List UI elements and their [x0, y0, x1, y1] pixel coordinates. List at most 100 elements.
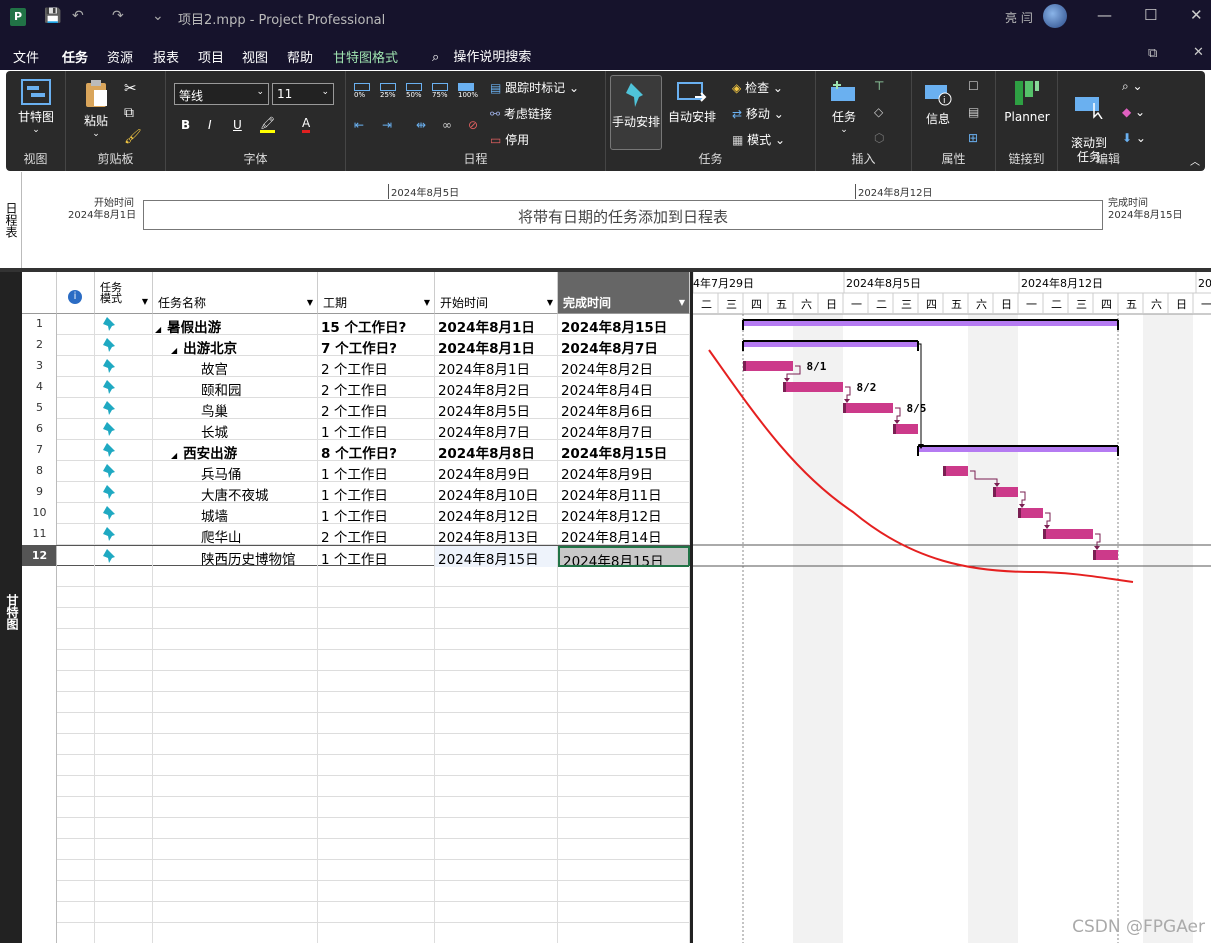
- finish-cell[interactable]: [558, 629, 690, 650]
- task-name-cell[interactable]: 大唐不夜城: [153, 482, 318, 503]
- tab-report[interactable]: 报表: [153, 47, 179, 66]
- indicator-cell[interactable]: [57, 546, 95, 567]
- italic-button[interactable]: I: [208, 118, 212, 132]
- task-name-cell[interactable]: [153, 776, 318, 797]
- fill-icon[interactable]: ⬇ ⌄: [1122, 131, 1146, 145]
- mode-cell[interactable]: [95, 566, 153, 587]
- finish-cell[interactable]: [558, 860, 690, 881]
- finish-cell[interactable]: 2024年8月6日: [558, 398, 690, 419]
- row-number-cell[interactable]: [22, 923, 57, 943]
- indicator-cell[interactable]: [57, 797, 95, 818]
- timeline-bar[interactable]: 将带有日期的任务添加到日程表: [143, 200, 1103, 230]
- add-to-timeline-icon[interactable]: ⊞: [968, 131, 978, 145]
- row-number-cell[interactable]: [22, 587, 57, 608]
- row-number-cell[interactable]: [22, 776, 57, 797]
- mode-button[interactable]: ▦ 模式 ⌄: [732, 131, 785, 148]
- finish-cell[interactable]: [558, 776, 690, 797]
- task-name-cell[interactable]: ◢ 出游北京: [153, 335, 318, 356]
- redo-icon[interactable]: ↷: [112, 8, 124, 24]
- duration-cell[interactable]: 8 个工作日?: [318, 440, 435, 461]
- indicator-cell[interactable]: [57, 377, 95, 398]
- start-cell[interactable]: [435, 902, 558, 923]
- finish-cell[interactable]: [558, 566, 690, 587]
- row-number-cell[interactable]: 7: [22, 440, 57, 461]
- row-number-cell[interactable]: [22, 755, 57, 776]
- mode-cell[interactable]: [95, 923, 153, 943]
- indicator-cell[interactable]: [57, 734, 95, 755]
- user-name[interactable]: 亮 闫: [1005, 9, 1033, 26]
- duration-cell[interactable]: [318, 671, 435, 692]
- finish-cell[interactable]: 2024年8月12日: [558, 503, 690, 524]
- duration-cell[interactable]: 2 个工作日: [318, 524, 435, 545]
- start-cell[interactable]: [435, 692, 558, 713]
- task-name-cell[interactable]: 兵马俑: [153, 461, 318, 482]
- customize-qat-icon[interactable]: ⌄: [152, 8, 164, 24]
- row-number-cell[interactable]: [22, 797, 57, 818]
- mode-cell[interactable]: [95, 377, 153, 398]
- mode-cell[interactable]: [95, 671, 153, 692]
- table-row[interactable]: 5 鸟巢 2 个工作日 2024年8月5日 2024年8月6日: [22, 398, 690, 419]
- task-name-cell[interactable]: [153, 587, 318, 608]
- table-row[interactable]: [22, 713, 690, 734]
- start-cell[interactable]: 2024年8月9日: [435, 461, 558, 482]
- duration-cell[interactable]: [318, 629, 435, 650]
- duration-cell[interactable]: [318, 755, 435, 776]
- duration-cell[interactable]: [318, 881, 435, 902]
- row-number-cell[interactable]: [22, 839, 57, 860]
- task-name-cell[interactable]: [153, 839, 318, 860]
- duration-cell[interactable]: 2 个工作日: [318, 356, 435, 377]
- start-cell[interactable]: [435, 734, 558, 755]
- duration-cell[interactable]: 1 个工作日: [318, 482, 435, 503]
- table-row[interactable]: 12 陕西历史博物馆 1 个工作日 2024年8月15日 2024年8月15日: [22, 545, 690, 567]
- milestone-icon[interactable]: ◇: [874, 105, 883, 119]
- duration-cell[interactable]: [318, 776, 435, 797]
- task-name-cell[interactable]: 故宫: [153, 356, 318, 377]
- table-row[interactable]: 11 爬华山 2 个工作日 2024年8月13日 2024年8月14日: [22, 524, 690, 545]
- finish-cell[interactable]: [558, 818, 690, 839]
- table-row[interactable]: 3 故宫 2 个工作日 2024年8月1日 2024年8月2日: [22, 356, 690, 377]
- duration-cell[interactable]: [318, 713, 435, 734]
- pct-25-button[interactable]: 25%: [380, 83, 396, 99]
- mode-cell[interactable]: [95, 314, 153, 335]
- start-cell[interactable]: [435, 860, 558, 881]
- task-name-cell[interactable]: ◢ 西安出游: [153, 440, 318, 461]
- table-row[interactable]: [22, 881, 690, 902]
- row-number-cell[interactable]: 1: [22, 314, 57, 335]
- info-button[interactable]: i 信息: [918, 81, 958, 127]
- save-icon[interactable]: 💾: [44, 8, 61, 24]
- start-cell[interactable]: 2024年8月13日: [435, 524, 558, 545]
- row-number-cell[interactable]: [22, 713, 57, 734]
- start-cell[interactable]: 2024年8月15日: [435, 546, 558, 567]
- mode-cell[interactable]: [95, 461, 153, 482]
- indicator-cell[interactable]: [57, 356, 95, 377]
- duration-cell[interactable]: 15 个工作日?: [318, 314, 435, 335]
- start-cell[interactable]: 2024年8月1日: [435, 335, 558, 356]
- table-row[interactable]: 7 ◢ 西安出游 8 个工作日? 2024年8月8日 2024年8月15日: [22, 440, 690, 461]
- table-row[interactable]: [22, 776, 690, 797]
- task-name-cell[interactable]: [153, 755, 318, 776]
- deliverable-icon[interactable]: ⬡: [874, 131, 884, 145]
- indicator-cell[interactable]: [57, 335, 95, 356]
- row-number-cell[interactable]: 9: [22, 482, 57, 503]
- table-row[interactable]: [22, 797, 690, 818]
- row-number-cell[interactable]: 10: [22, 503, 57, 524]
- underline-button[interactable]: U: [233, 118, 242, 132]
- tab-gantt-format[interactable]: 甘特图格式: [333, 47, 398, 66]
- insert-task-button[interactable]: 任务 ⌄: [824, 79, 864, 135]
- row-number-cell[interactable]: 3: [22, 356, 57, 377]
- pct-100-button[interactable]: 100%: [458, 83, 478, 99]
- row-number-cell[interactable]: 8: [22, 461, 57, 482]
- finish-cell[interactable]: [558, 839, 690, 860]
- row-number-cell[interactable]: [22, 671, 57, 692]
- row-number-cell[interactable]: [22, 566, 57, 587]
- header-start[interactable]: 开始时间 ▼: [435, 272, 558, 314]
- row-number-cell[interactable]: [22, 608, 57, 629]
- close-doc-icon[interactable]: ✕: [1193, 45, 1204, 60]
- start-cell[interactable]: 2024年8月2日: [435, 377, 558, 398]
- indicator-cell[interactable]: [57, 776, 95, 797]
- start-cell[interactable]: [435, 587, 558, 608]
- mode-cell[interactable]: [95, 335, 153, 356]
- table-row[interactable]: 6 长城 1 个工作日 2024年8月7日 2024年8月7日: [22, 419, 690, 440]
- header-indicators[interactable]: i: [57, 272, 95, 314]
- paste-button[interactable]: 粘贴 ⌄: [76, 79, 116, 139]
